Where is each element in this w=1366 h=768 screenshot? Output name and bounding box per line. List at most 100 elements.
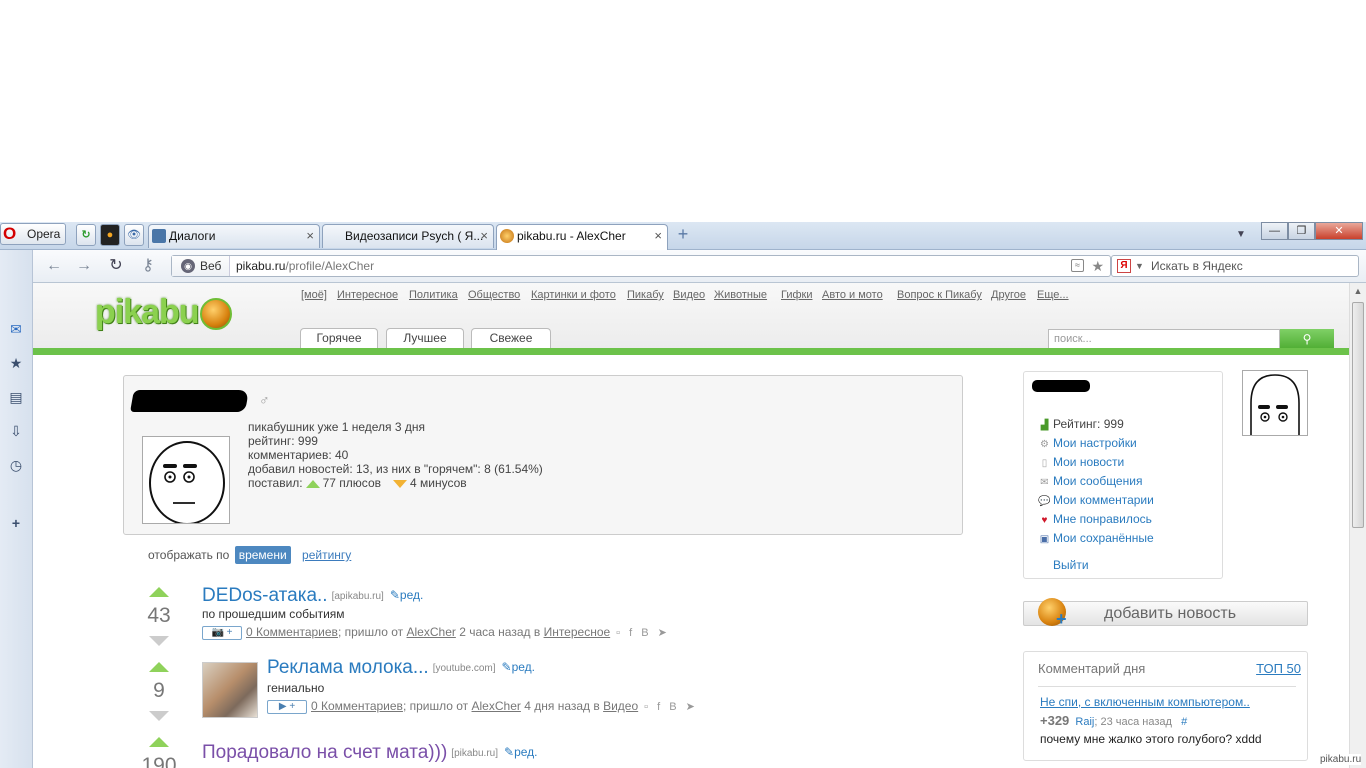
search-field[interactable]: Я ▼ Искать в Яндекс	[1111, 255, 1359, 277]
minimize-button[interactable]: —	[1261, 222, 1288, 240]
search-placeholder: Искать в Яндекс	[1151, 259, 1243, 273]
vertical-scrollbar[interactable]: ▲	[1349, 283, 1366, 768]
notes-icon[interactable]: ▤	[7, 388, 25, 406]
close-window-button[interactable]: ✕	[1315, 222, 1363, 240]
floppy-disk-icon: ▣	[1039, 534, 1050, 545]
edit-label: ред.	[399, 588, 424, 602]
vote-down-arrow-icon[interactable]	[149, 636, 169, 646]
stat-comments: комментариев: 40	[248, 448, 349, 462]
nav-politics[interactable]: Политика	[409, 289, 458, 301]
post-title-link[interactable]: Порадовало на счет мата)))	[202, 742, 447, 763]
menu-saved[interactable]: ▣ Мои сохранённые	[1038, 530, 1154, 548]
nav-animals[interactable]: Животные	[714, 289, 767, 301]
add-panel-plus-icon[interactable]: +	[7, 514, 25, 532]
nav-interesting[interactable]: Интересное	[337, 289, 398, 301]
rating-chart-icon: ▟	[1040, 420, 1049, 431]
logout-link[interactable]: Выйти	[1053, 557, 1089, 573]
vote-up-arrow-icon[interactable]	[149, 737, 169, 747]
add-news-button[interactable]: + добавить новость	[1023, 598, 1308, 628]
user-avatar[interactable]	[1242, 370, 1308, 436]
search-engine-chevron-icon[interactable]: ▼	[1135, 256, 1144, 276]
comment-post-link[interactable]: Не спи, с включенным компьютером..	[1040, 695, 1250, 709]
comment-permalink[interactable]: #	[1181, 716, 1187, 728]
comment-meta: +329 Raij; 23 часа назад #	[1040, 713, 1187, 728]
author-link[interactable]: AlexCher	[407, 625, 456, 639]
vote-up-arrow-icon[interactable]	[149, 662, 169, 672]
tab-pikabu[interactable]: pikabu.ru - AlexCher ×	[496, 224, 668, 250]
menu-label: Мои сообщения	[1053, 474, 1143, 488]
post-source: [pikabu.ru]	[451, 748, 498, 759]
restore-button[interactable]: ❐	[1288, 222, 1315, 240]
post-title-link[interactable]: Реклама молока...	[267, 657, 429, 678]
pinned-tab-pikabu-icon[interactable]: ●	[100, 224, 120, 246]
nav-my[interactable]: [моё]	[301, 289, 327, 301]
eye-icon[interactable]: 👁	[124, 224, 144, 246]
reload-icon[interactable]: ↻	[105, 256, 127, 276]
nav-pikabu[interactable]: Пикабу	[627, 289, 664, 301]
tab-close-icon[interactable]: ×	[306, 225, 314, 247]
category-link[interactable]: Видео	[603, 699, 638, 713]
web-badge[interactable]: ◉ Веб	[172, 256, 230, 276]
mail-icon[interactable]: ✉	[7, 320, 25, 338]
scroll-up-arrow-icon[interactable]: ▲	[1350, 283, 1366, 299]
menu-my-news[interactable]: ▯ Мои новости	[1038, 454, 1125, 472]
vote-down-arrow-icon[interactable]	[149, 711, 169, 721]
nav-other[interactable]: Другое	[991, 289, 1026, 301]
new-tab-button[interactable]: +	[674, 225, 692, 245]
forward-arrow-icon[interactable]: →	[73, 256, 95, 276]
history-clock-icon[interactable]: ◷	[7, 456, 25, 474]
pikabu-logo[interactable]: pikabu	[95, 293, 232, 332]
nav-more[interactable]: Еще...	[1037, 289, 1069, 301]
comment-author-link[interactable]: Raij	[1075, 716, 1094, 728]
edit-link[interactable]: ✎ред.	[390, 588, 423, 602]
category-link[interactable]: Интересное	[544, 625, 611, 639]
comments-link[interactable]: 0 Комментариев	[246, 625, 338, 639]
tab-close-icon[interactable]: ×	[480, 225, 488, 247]
stat-rating: рейтинг: 999	[248, 434, 318, 448]
edit-link[interactable]: ✎ред.	[504, 745, 537, 759]
post-title-link[interactable]: DEDos-атака..	[202, 585, 328, 606]
nav-gifs[interactable]: Гифки	[781, 289, 813, 301]
scroll-thumb[interactable]	[1352, 302, 1364, 528]
vote-up-arrow-icon[interactable]	[149, 587, 169, 597]
top-50-link[interactable]: ТОП 50	[1256, 661, 1301, 676]
redacted-username	[130, 390, 249, 412]
tab-best[interactable]: Лучшее	[386, 328, 464, 349]
tab-videos[interactable]: Видеозаписи Psych ( Я... ×	[322, 224, 494, 248]
bookmark-star-icon[interactable]: ★	[1091, 256, 1104, 276]
comments-link[interactable]: 0 Комментариев	[311, 699, 403, 713]
address-bar[interactable]: ◉ Веб pikabu.ru/profile/AlexCher ≈ ★	[171, 255, 1111, 277]
menu-comments[interactable]: 💬 Мои комментарии	[1038, 492, 1154, 510]
bookmarks-star-icon[interactable]: ★	[7, 354, 25, 372]
tab-dialogs[interactable]: Диалоги ×	[148, 224, 320, 248]
key-icon[interactable]: ⚷	[137, 256, 159, 276]
nav-video[interactable]: Видео	[673, 289, 705, 301]
nav-society[interactable]: Общество	[468, 289, 520, 301]
nav-pictures[interactable]: Картинки и фото	[531, 289, 616, 301]
nav-question[interactable]: Вопрос к Пикабу	[897, 289, 982, 301]
menu-messages[interactable]: ✉ Мои сообщения	[1038, 473, 1142, 491]
tab-hot[interactable]: Горячее	[300, 328, 378, 349]
post-thumbnail[interactable]	[202, 662, 258, 718]
tab-close-icon[interactable]: ×	[654, 225, 662, 247]
menu-liked[interactable]: ♥ Мне понравилось	[1038, 511, 1152, 529]
sort-by-rating-link[interactable]: рейтингу	[302, 548, 351, 562]
edit-link[interactable]: ✎ред.	[502, 660, 535, 674]
opera-menu-button[interactable]: O Opera	[0, 223, 66, 245]
menu-settings[interactable]: ⚙ Мои настройки	[1038, 435, 1137, 453]
sort-by-time-button[interactable]: времени	[234, 546, 291, 564]
pinned-tab-icon[interactable]: ↻	[76, 224, 96, 246]
url-text[interactable]: pikabu.ru/profile/AlexCher	[236, 256, 374, 276]
site-search-button[interactable]: ⚲	[1280, 329, 1334, 349]
tab-fresh[interactable]: Свежее	[471, 328, 551, 349]
author-link[interactable]: AlexCher	[472, 699, 521, 713]
rss-icon[interactable]: ≈	[1071, 259, 1084, 272]
share-icons[interactable]: ▫ f B ➤	[616, 627, 670, 639]
menu-label: Мои комментарии	[1053, 493, 1154, 507]
nav-auto[interactable]: Авто и мото	[822, 289, 883, 301]
back-arrow-icon[interactable]: ←	[43, 256, 65, 276]
site-search-input[interactable]: поиск...	[1048, 329, 1280, 349]
downloads-icon[interactable]: ⇩	[7, 422, 25, 440]
share-icons[interactable]: ▫ f B ➤	[644, 701, 698, 713]
tab-list-chevron-icon[interactable]: ▼	[1236, 229, 1246, 240]
